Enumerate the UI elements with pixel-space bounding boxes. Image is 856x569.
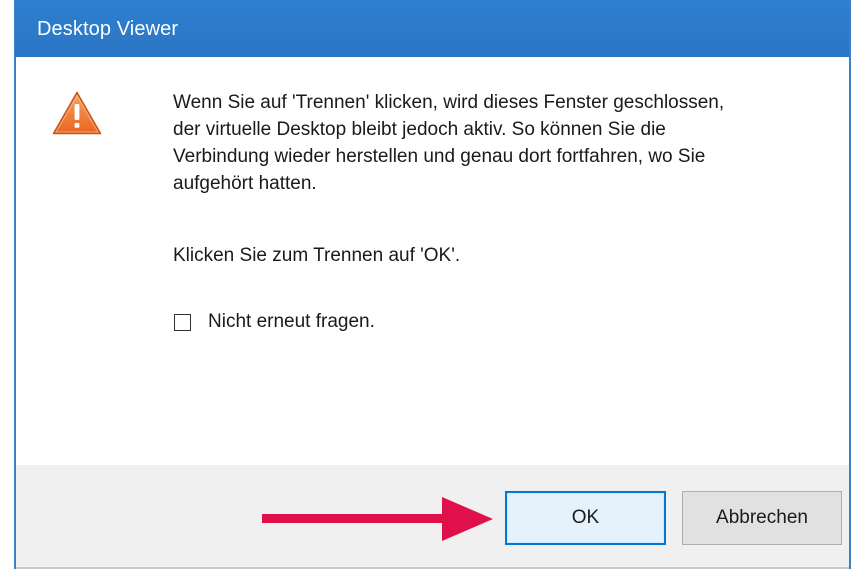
message-line: aufgehört hatten. [173, 173, 317, 194]
window-right-frame [849, 0, 856, 569]
cancel-button[interactable]: Abbrechen [682, 491, 842, 545]
dont-ask-again-option[interactable]: Nicht erneut fragen. [174, 310, 375, 334]
title-bar[interactable]: Desktop Viewer [15, 0, 850, 57]
window-left-frame [0, 0, 16, 569]
dialog-content: Wenn Sie auf 'Trennen' klicken, wird die… [16, 57, 849, 465]
message-line: Verbindung wieder herstellen und genau d… [173, 146, 706, 167]
warning-icon [52, 91, 102, 135]
confirm-text: Klicken Sie zum Trennen auf 'OK'. [173, 245, 461, 266]
dont-ask-again-label[interactable]: Nicht erneut fragen. [208, 311, 375, 333]
dialog-window: Desktop Viewer Wenn Sie auf 'Trennen' kl… [0, 0, 856, 569]
message-line: Wenn Sie auf 'Trennen' klicken, wird die… [173, 92, 725, 113]
window-title: Desktop Viewer [37, 18, 179, 40]
window-border-right [849, 0, 851, 569]
annotation-arrow [262, 497, 493, 541]
message-text: Wenn Sie auf 'Trennen' klicken, wird die… [173, 89, 843, 197]
ok-button[interactable]: OK [505, 491, 666, 545]
dont-ask-again-checkbox[interactable] [174, 313, 191, 331]
message-line: der virtuelle Desktop bleibt jedoch akti… [173, 119, 666, 140]
